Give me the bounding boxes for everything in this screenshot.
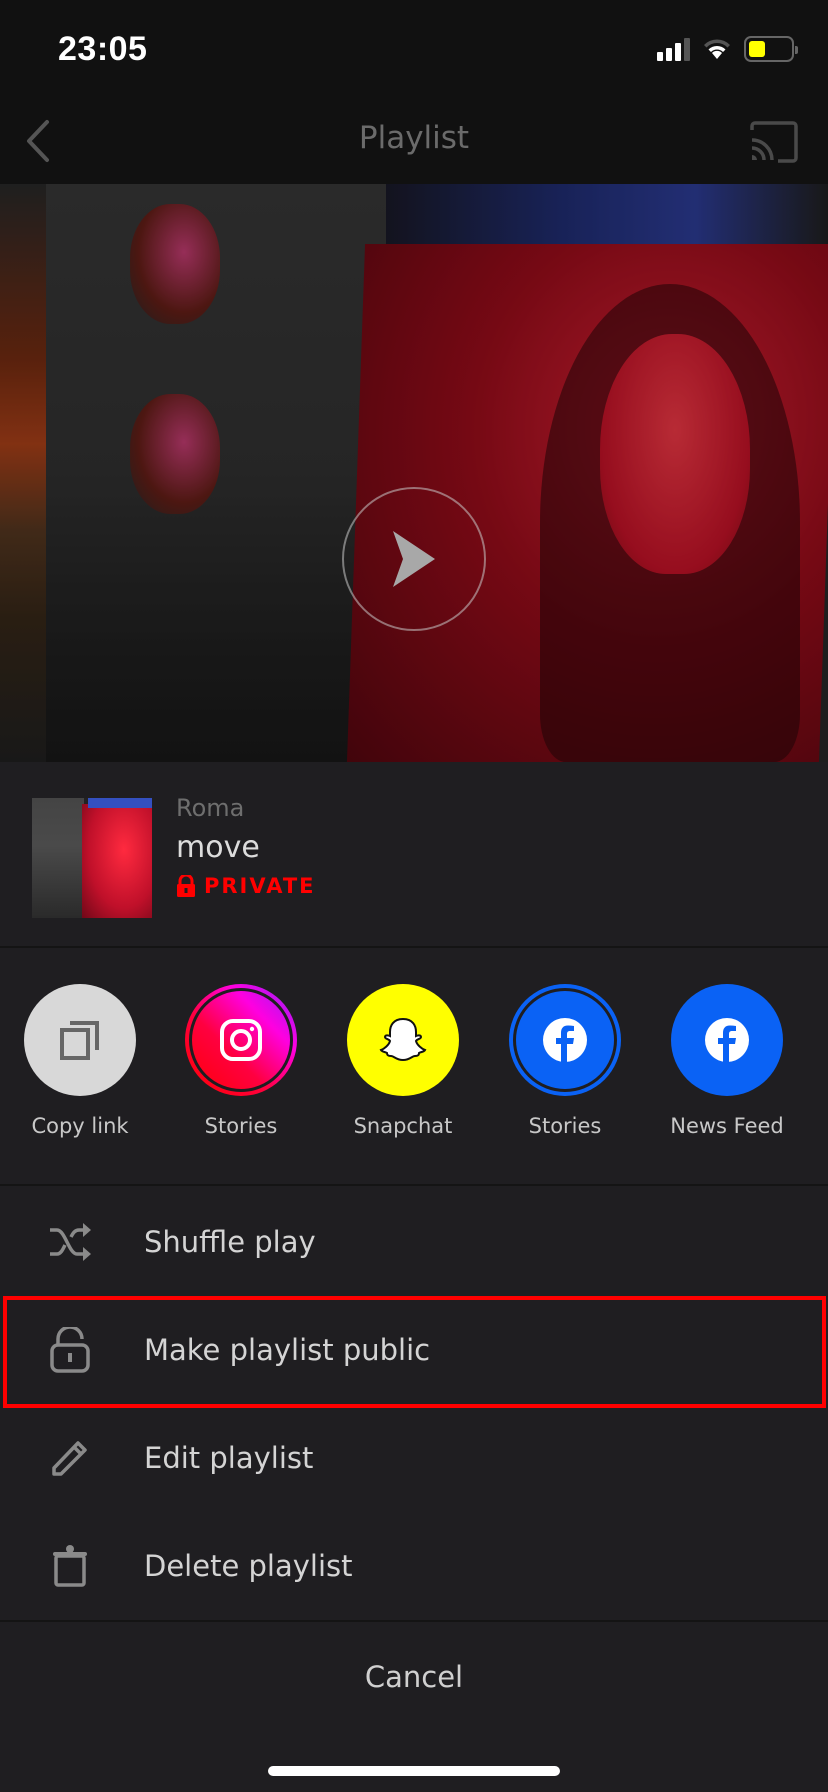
share-label: Stories (204, 1114, 278, 1138)
status-icons (657, 36, 798, 62)
share-copy-link[interactable]: Copy link (5, 984, 155, 1138)
play-icon (393, 531, 435, 587)
facebook-icon (705, 1018, 749, 1062)
play-button[interactable] (342, 487, 486, 631)
page-title: Playlist (358, 120, 470, 156)
cast-icon (750, 121, 798, 163)
share-facebook-stories[interactable]: Stories (490, 984, 640, 1138)
privacy-badge: PRIVATE (176, 874, 316, 898)
cast-button[interactable] (748, 120, 800, 164)
status-bar: 23:05 (0, 0, 828, 100)
menu-label: Shuffle play (144, 1225, 316, 1259)
snapchat-icon (379, 1017, 427, 1062)
menu-item-delete-playlist[interactable]: Delete playlist (0, 1512, 828, 1620)
share-instagram-stories[interactable]: Stories (166, 984, 316, 1138)
playlist-owner: Roma (176, 794, 245, 822)
wifi-icon (704, 39, 730, 59)
share-label: News Feed (670, 1114, 784, 1138)
menu-label: Edit playlist (144, 1441, 314, 1475)
menu-item-edit-playlist[interactable]: Edit playlist (0, 1404, 828, 1512)
status-time: 23:05 (58, 30, 148, 68)
home-indicator[interactable] (268, 1766, 560, 1776)
unlock-icon (50, 1327, 90, 1373)
shuffle-icon (50, 1223, 91, 1261)
cancel-label: Cancel (364, 1660, 464, 1694)
menu-label: Delete playlist (144, 1549, 353, 1583)
nav-bar: Playlist (0, 100, 828, 184)
playlist-thumbnail (32, 798, 152, 918)
menu-item-shuffle-play[interactable]: Shuffle play (0, 1188, 828, 1296)
playlist-title: move (176, 830, 260, 865)
trash-icon (53, 1545, 87, 1587)
playlist-artwork[interactable] (0, 184, 828, 762)
share-facebook-news-feed[interactable]: News Feed (652, 984, 802, 1138)
cancel-button[interactable]: Cancel (0, 1620, 828, 1732)
share-label: Copy link (31, 1114, 129, 1138)
share-label: Snapchat (353, 1114, 453, 1138)
pencil-icon (52, 1441, 87, 1476)
copy-link-icon (60, 1021, 99, 1060)
lock-icon (177, 875, 195, 897)
playlist-info: Roma move PRIVATE (0, 762, 828, 948)
cellular-signal-icon (657, 37, 690, 61)
share-options: Copy link Stories Snapchat Stories News … (0, 950, 828, 1186)
menu-label: Make playlist public (144, 1333, 431, 1367)
share-snapchat[interactable]: Snapchat (328, 984, 478, 1138)
action-menu: Shuffle play Make playlist public Edit p… (0, 1188, 828, 1620)
privacy-label: PRIVATE (204, 874, 316, 898)
menu-item-make-playlist-public[interactable]: Make playlist public (0, 1296, 828, 1404)
battery-icon (744, 36, 798, 62)
share-label: Stories (528, 1114, 602, 1138)
